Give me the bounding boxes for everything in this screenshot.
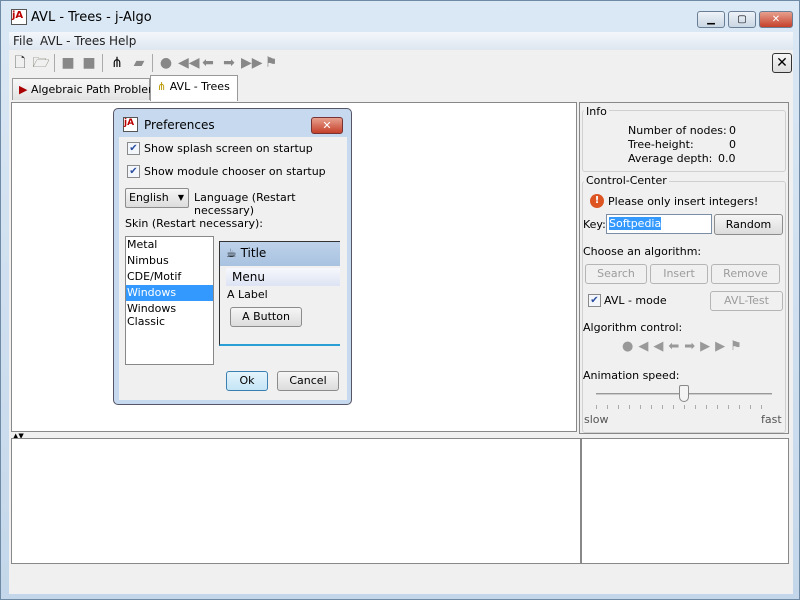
rewind-icon[interactable]: ◀◀ (638, 339, 668, 354)
info-label: Tree-height: (628, 138, 694, 151)
app-window: jA AVL - Trees - j-Algo ▁ ▢ ✕ File AVL -… (0, 0, 800, 600)
step-forward-icon[interactable]: ➡ (684, 339, 700, 354)
app-logo-icon: jA (11, 9, 27, 25)
preview-button: A Button (230, 307, 302, 327)
info-label: Average depth: (628, 152, 713, 165)
new-file-icon[interactable]: 🗋 (11, 54, 29, 72)
dialog-body: ✔ Show splash screen on startup ✔ Show m… (119, 137, 347, 400)
tab-label: AVL - Trees (169, 80, 230, 93)
finish-flag-icon[interactable]: ⚑ (730, 339, 747, 354)
menu-help[interactable]: Help (109, 34, 136, 48)
log-panel (11, 438, 581, 564)
preview-menu: Menu (226, 268, 340, 286)
fast-forward-icon[interactable]: ▶▶ (241, 54, 263, 72)
average-depth: 0.0 (718, 152, 736, 165)
animation-speed-label: Animation speed: (583, 369, 680, 382)
dialog-close-button[interactable]: ✕ (311, 117, 343, 134)
stop-icon[interactable]: ● (622, 339, 638, 354)
key-input[interactable]: Softpedia (606, 214, 712, 234)
remove-button[interactable]: Remove (711, 264, 780, 284)
chevron-down-icon: ▼ (177, 193, 184, 202)
search-button[interactable]: Search (585, 264, 647, 284)
minimize-button[interactable]: ▁ (697, 11, 725, 28)
preview-title: Title (240, 246, 267, 260)
side-bottom-panel (581, 438, 789, 564)
splash-checkbox[interactable]: ✔ (127, 142, 140, 155)
slider-ticks (596, 405, 772, 409)
insert-button[interactable]: Insert (650, 264, 708, 284)
preview-label: A Label (227, 288, 268, 301)
list-item[interactable]: Windows Classic (126, 301, 213, 328)
app-logo-icon: jA (123, 117, 138, 132)
menu-bar: File AVL - Trees Help (9, 32, 793, 50)
random-button[interactable]: Random (714, 214, 783, 235)
algorithm-control-buttons: ●◀◀⬅➡▶▶⚑ (622, 339, 747, 354)
cancel-button[interactable]: Cancel (277, 371, 339, 391)
step-back-icon[interactable]: ⬅ (668, 339, 684, 354)
choose-algorithm-label: Choose an algorithm: (583, 245, 702, 258)
save-icon[interactable]: ■ (59, 54, 77, 72)
menu-file[interactable]: File (13, 34, 33, 48)
menu-avl-trees[interactable]: AVL - Trees (40, 34, 106, 48)
rewind-icon[interactable]: ◀◀ (178, 54, 200, 72)
info-title: Info (584, 105, 609, 118)
eraser-icon[interactable]: ▰ (130, 54, 148, 72)
close-button[interactable]: ✕ (759, 11, 793, 28)
node-count: 0 (729, 124, 736, 137)
maximize-button[interactable]: ▢ (728, 11, 756, 28)
ok-button[interactable]: Ok (226, 371, 268, 391)
preferences-dialog: jA Preferences ✕ ✔ Show splash screen on… (113, 108, 352, 405)
skin-list[interactable]: Metal Nimbus CDE/Motif Windows Windows C… (125, 236, 214, 365)
list-item[interactable]: CDE/Motif (126, 269, 213, 285)
skin-label: Skin (Restart necessary): (125, 217, 263, 230)
module-chooser-checkbox[interactable]: ✔ (127, 165, 140, 178)
algorithm-control-label: Algorithm control: (583, 321, 683, 334)
speed-slider-thumb[interactable] (679, 385, 689, 402)
tab-avl-trees[interactable]: ⋔ AVL - Trees (150, 75, 238, 101)
fast-label: fast (761, 413, 782, 426)
language-value: English (129, 191, 169, 204)
close-tab-button[interactable]: ✕ (772, 53, 792, 73)
dialog-title: Preferences (144, 118, 215, 132)
avl-mode-checkbox[interactable]: ✔ (588, 294, 601, 307)
splash-label: Show splash screen on startup (144, 142, 313, 155)
list-item-selected[interactable]: Windows (126, 285, 213, 301)
control-panel: Info Number of nodes: 0 Tree-height: 0 A… (579, 102, 789, 434)
module-chooser-label: Show module chooser on startup (144, 165, 326, 178)
key-value: Softpedia (609, 217, 662, 230)
tab-label: Algebraic Path Problem (30, 83, 159, 96)
save-as-icon[interactable]: ■ (80, 54, 98, 72)
tree-icon[interactable]: ⋔ (108, 54, 126, 72)
stop-icon[interactable]: ● (157, 54, 175, 72)
step-back-icon[interactable]: ⬅ (199, 54, 217, 72)
language-dropdown[interactable]: English ▼ (125, 188, 189, 208)
list-item[interactable]: Nimbus (126, 253, 213, 269)
control-center-title: Control-Center (584, 174, 669, 187)
preview-titlebar: ☕ Title (220, 242, 340, 266)
warning-text: Please only insert integers! (608, 195, 759, 208)
open-folder-icon[interactable]: 🗁 (32, 54, 50, 72)
avl-test-button[interactable]: AVL-Test (710, 291, 783, 311)
title-bar: jA AVL - Trees - j-Algo (9, 7, 789, 29)
skin-preview: ☕ Title Menu A Label A Button (219, 241, 340, 346)
tab-algebraic-path-problem[interactable]: ▶ Algebraic Path Problem (12, 78, 159, 100)
finish-flag-icon[interactable]: ⚑ (262, 54, 280, 72)
window-title: AVL - Trees - j-Algo (31, 10, 152, 25)
slow-label: slow (584, 413, 609, 426)
avl-mode-label: AVL - mode (604, 294, 667, 307)
warning-icon: ! (590, 194, 604, 208)
key-label: Key: (583, 218, 606, 231)
fast-forward-icon[interactable]: ▶▶ (700, 339, 730, 354)
list-item[interactable]: Metal (126, 237, 213, 253)
tree-height: 0 (729, 138, 736, 151)
language-label: Language (Restart necessary) (194, 191, 296, 217)
info-label: Number of nodes: (628, 124, 727, 137)
toolbar: 🗋 🗁 ■ ■ ⋔ ▰ ● ◀◀ ⬅ ➡ ▶▶ ⚑ ✕ (9, 51, 793, 75)
step-forward-icon[interactable]: ➡ (220, 54, 238, 72)
